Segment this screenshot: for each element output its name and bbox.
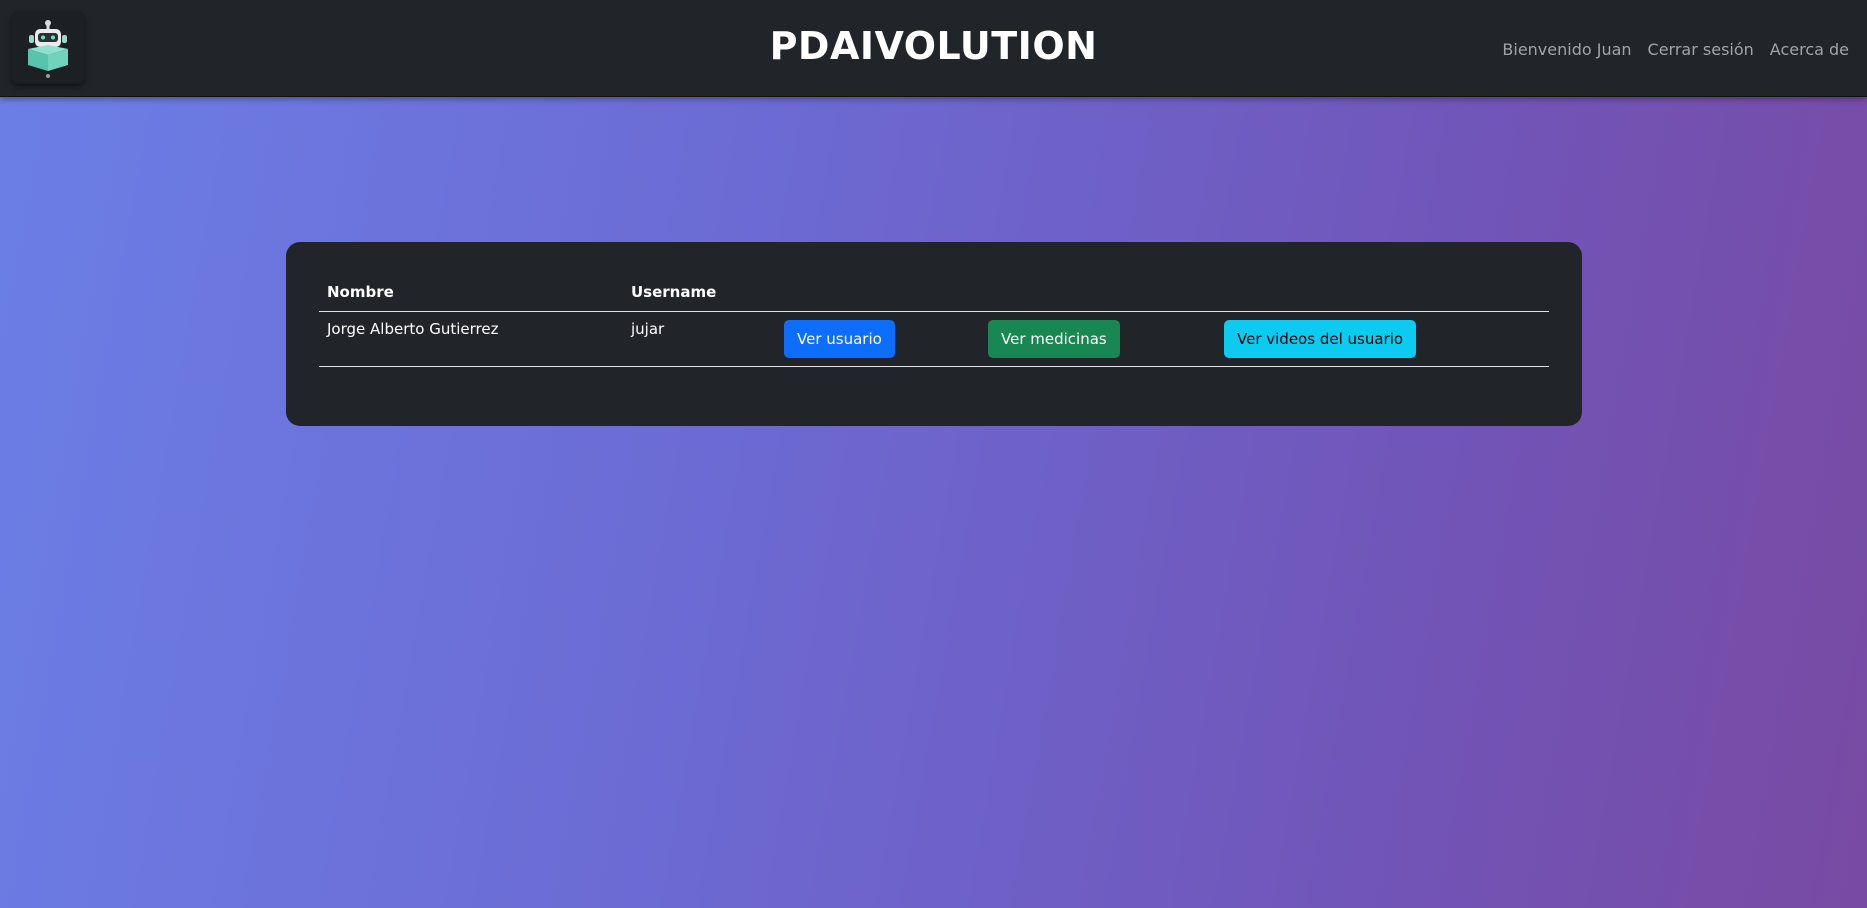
logo[interactable] xyxy=(12,12,84,84)
column-header-username: Username xyxy=(623,272,776,312)
nav-link-welcome[interactable]: Bienvenido Juan xyxy=(1502,40,1631,59)
column-header-nombre: Nombre xyxy=(319,272,623,312)
cell-action-ver-usuario: Ver usuario xyxy=(776,311,980,367)
navbar: PDAIVOLUTION Bienvenido Juan Cerrar sesi… xyxy=(0,0,1867,97)
table-header-row: Nombre Username xyxy=(319,272,1549,312)
users-table: Nombre Username Jorge Alberto Gutierrez … xyxy=(319,272,1549,367)
ver-usuario-button[interactable]: Ver usuario xyxy=(784,320,895,358)
cell-action-ver-medicinas: Ver medicinas xyxy=(980,311,1216,367)
robot-box-logo-icon xyxy=(28,20,68,78)
ver-medicinas-button[interactable]: Ver medicinas xyxy=(988,320,1120,358)
nav-link-logout[interactable]: Cerrar sesión xyxy=(1648,40,1754,59)
nav-links: Bienvenido Juan Cerrar sesión Acerca de xyxy=(1502,40,1849,59)
ver-videos-button[interactable]: Ver videos del usuario xyxy=(1224,320,1417,358)
cell-action-ver-videos: Ver videos del usuario xyxy=(1216,311,1549,367)
table-row: Jorge Alberto Gutierrez jujar Ver usuari… xyxy=(319,311,1549,367)
column-header-action-1 xyxy=(776,272,980,312)
column-header-action-3 xyxy=(1216,272,1549,312)
column-header-action-2 xyxy=(980,272,1216,312)
nav-link-about[interactable]: Acerca de xyxy=(1770,40,1849,59)
cell-nombre: Jorge Alberto Gutierrez xyxy=(319,311,623,367)
cell-username: jujar xyxy=(623,311,776,367)
users-card: Nombre Username Jorge Alberto Gutierrez … xyxy=(286,242,1582,426)
